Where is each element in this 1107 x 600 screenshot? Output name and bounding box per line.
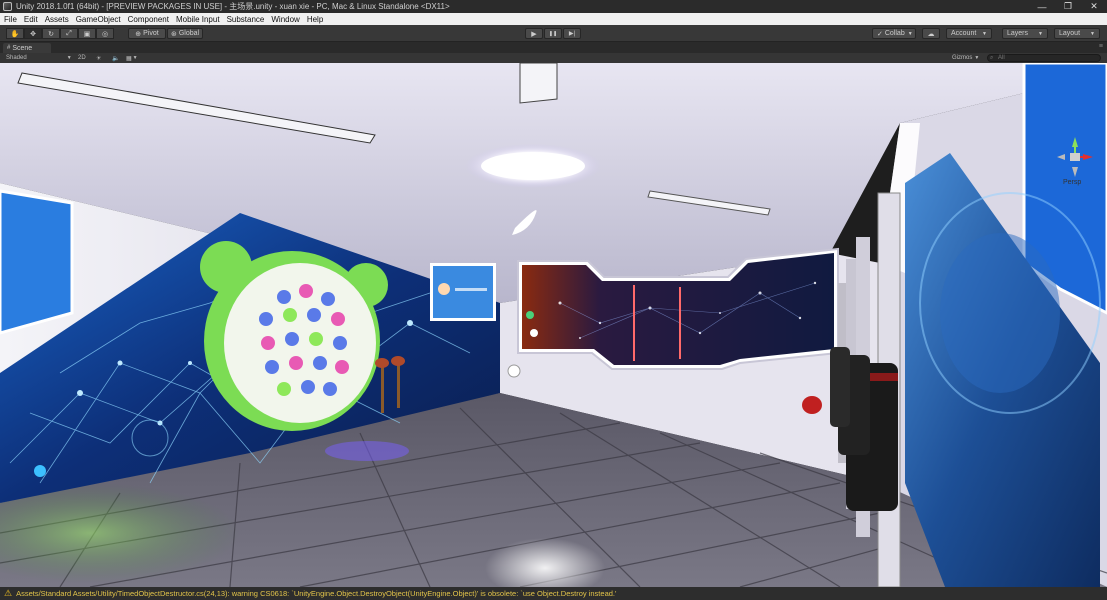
menu-window[interactable]: Window: [271, 15, 299, 24]
warning-icon: ⚠: [4, 588, 13, 598]
status-message: Assets/Standard Assets/Utility/TimedObje…: [16, 589, 617, 598]
layout-dropdown[interactable]: Layout ▼: [1054, 28, 1100, 39]
scene-icon: #: [7, 45, 11, 51]
scene-viewport[interactable]: Persp: [0, 63, 1107, 587]
axis-gizmo-icon: [1057, 137, 1093, 177]
scene-render: [0, 63, 1107, 587]
gizmos-label: Gizmos: [952, 55, 973, 61]
chevron-down-icon: ▼: [132, 55, 138, 61]
close-button[interactable]: ✕: [1081, 0, 1107, 13]
menu-bar: File Edit Assets GameObject Component Mo…: [0, 13, 1107, 25]
rect-icon: ▣: [83, 30, 91, 38]
menu-gameobject[interactable]: GameObject: [76, 15, 121, 24]
speaker-icon: 🔈: [112, 55, 120, 62]
tab-scene[interactable]: # Scene: [3, 43, 51, 53]
menu-component[interactable]: Component: [128, 15, 169, 24]
play-button[interactable]: ▶: [525, 28, 543, 39]
rotate-icon: ↻: [48, 30, 54, 38]
menu-mobile-input[interactable]: Mobile Input: [176, 15, 220, 24]
step-icon: ▶|: [568, 31, 576, 37]
window-controls: — ❐ ✕: [1029, 0, 1107, 13]
shading-mode-label: Shaded: [6, 55, 27, 61]
transform-tool-button[interactable]: ◎: [96, 28, 114, 39]
chevron-down-icon: ▼: [907, 30, 913, 37]
global-label: Global: [178, 30, 200, 37]
scene-toolbar: Shaded ▼ 2D ☀ 🔈 ▦ ▼ Gizmos ▼ ⌕ All: [0, 53, 1107, 63]
shading-mode-dropdown[interactable]: Shaded ▼: [6, 54, 72, 62]
scale-tool-button[interactable]: ⤢: [60, 28, 78, 39]
menu-file[interactable]: File: [4, 15, 17, 24]
menu-substance[interactable]: Substance: [227, 15, 265, 24]
tab-row: # Scene ≡: [0, 42, 1107, 53]
global-toggle[interactable]: ⊛ Global: [167, 28, 203, 39]
globe-icon: ⊛: [170, 30, 177, 38]
layers-label: Layers: [1007, 30, 1029, 37]
step-button[interactable]: ▶|: [563, 28, 581, 39]
sun-icon: ☀: [96, 55, 102, 62]
window-title: Unity 2018.1.0f1 (64bit) - [PREVIEW PACK…: [16, 2, 450, 11]
pivot-toggle[interactable]: ⊕ Pivot: [128, 28, 166, 39]
unity-logo-icon: [3, 2, 12, 11]
pause-icon: ❚❚: [548, 30, 558, 37]
effects-dropdown[interactable]: ▦ ▼: [126, 54, 138, 62]
tab-menu-icon[interactable]: ≡: [1099, 43, 1103, 50]
chevron-down-icon: ▼: [974, 55, 980, 61]
gizmos-dropdown[interactable]: Gizmos ▼: [952, 54, 979, 62]
hand-tool-button[interactable]: ✋: [6, 28, 24, 39]
chevron-down-icon: ▼: [1038, 30, 1043, 37]
chevron-down-icon: ▼: [982, 30, 987, 37]
transform-tools: ✋ ✥ ↻ ⤢ ▣ ◎: [6, 28, 114, 39]
restore-button[interactable]: ❐: [1055, 0, 1081, 13]
rect-tool-button[interactable]: ▣: [78, 28, 96, 39]
account-dropdown[interactable]: Account ▼: [946, 28, 992, 39]
main-toolbar: ✋ ✥ ↻ ⤢ ▣ ◎ ⊕ Pivot ⊛ Global ▶ ❚❚ ▶| ✓ Coll…: [0, 25, 1107, 42]
scale-icon: ⤢: [66, 29, 72, 37]
account-label: Account: [951, 30, 977, 37]
projection-label[interactable]: Persp: [1063, 179, 1081, 186]
layers-dropdown[interactable]: Layers ▼: [1002, 28, 1048, 39]
search-icon: ⌕: [990, 54, 994, 61]
collab-label: Collab: [884, 30, 905, 37]
image-icon: ▦: [126, 55, 132, 62]
rotate-tool-button[interactable]: ↻: [42, 28, 60, 39]
menu-assets[interactable]: Assets: [45, 15, 69, 24]
scene-tab-label: Scene: [12, 44, 33, 52]
check-icon: ✓: [877, 30, 883, 38]
title-bar: Unity 2018.1.0f1 (64bit) - [PREVIEW PACK…: [0, 0, 1107, 13]
play-icon: ▶: [531, 30, 537, 38]
menu-help[interactable]: Help: [307, 15, 323, 24]
audio-toggle[interactable]: 🔈: [112, 54, 119, 62]
scene-gizmo[interactable]: Persp: [1055, 133, 1095, 189]
2d-toggle[interactable]: 2D: [78, 54, 86, 62]
2d-label: 2D: [78, 55, 86, 61]
cloud-button[interactable]: ☁: [922, 28, 940, 39]
chevron-down-icon: ▼: [1090, 30, 1095, 37]
console-status-bar[interactable]: ⚠ Assets/Standard Assets/Utility/TimedOb…: [0, 587, 1107, 600]
layout-label: Layout: [1059, 30, 1081, 37]
pause-button[interactable]: ❚❚: [544, 28, 562, 39]
pivot-icon: ⊕: [135, 30, 142, 38]
move-tool-button[interactable]: ✥: [24, 28, 42, 39]
menu-edit[interactable]: Edit: [24, 15, 38, 24]
chevron-down-icon: ▼: [66, 55, 72, 61]
pivot-label: Pivot: [143, 30, 159, 37]
hand-icon: ✋: [10, 30, 20, 38]
transform-icon: ◎: [101, 30, 109, 38]
search-placeholder: All: [998, 55, 1005, 61]
search-input[interactable]: ⌕ All: [987, 54, 1101, 62]
minimize-button[interactable]: —: [1029, 0, 1055, 13]
move-icon: ✥: [30, 30, 36, 38]
cloud-icon: ☁: [927, 30, 935, 38]
lighting-toggle[interactable]: ☀: [96, 54, 101, 62]
collab-dropdown[interactable]: ✓ Collab ▼: [872, 28, 916, 39]
